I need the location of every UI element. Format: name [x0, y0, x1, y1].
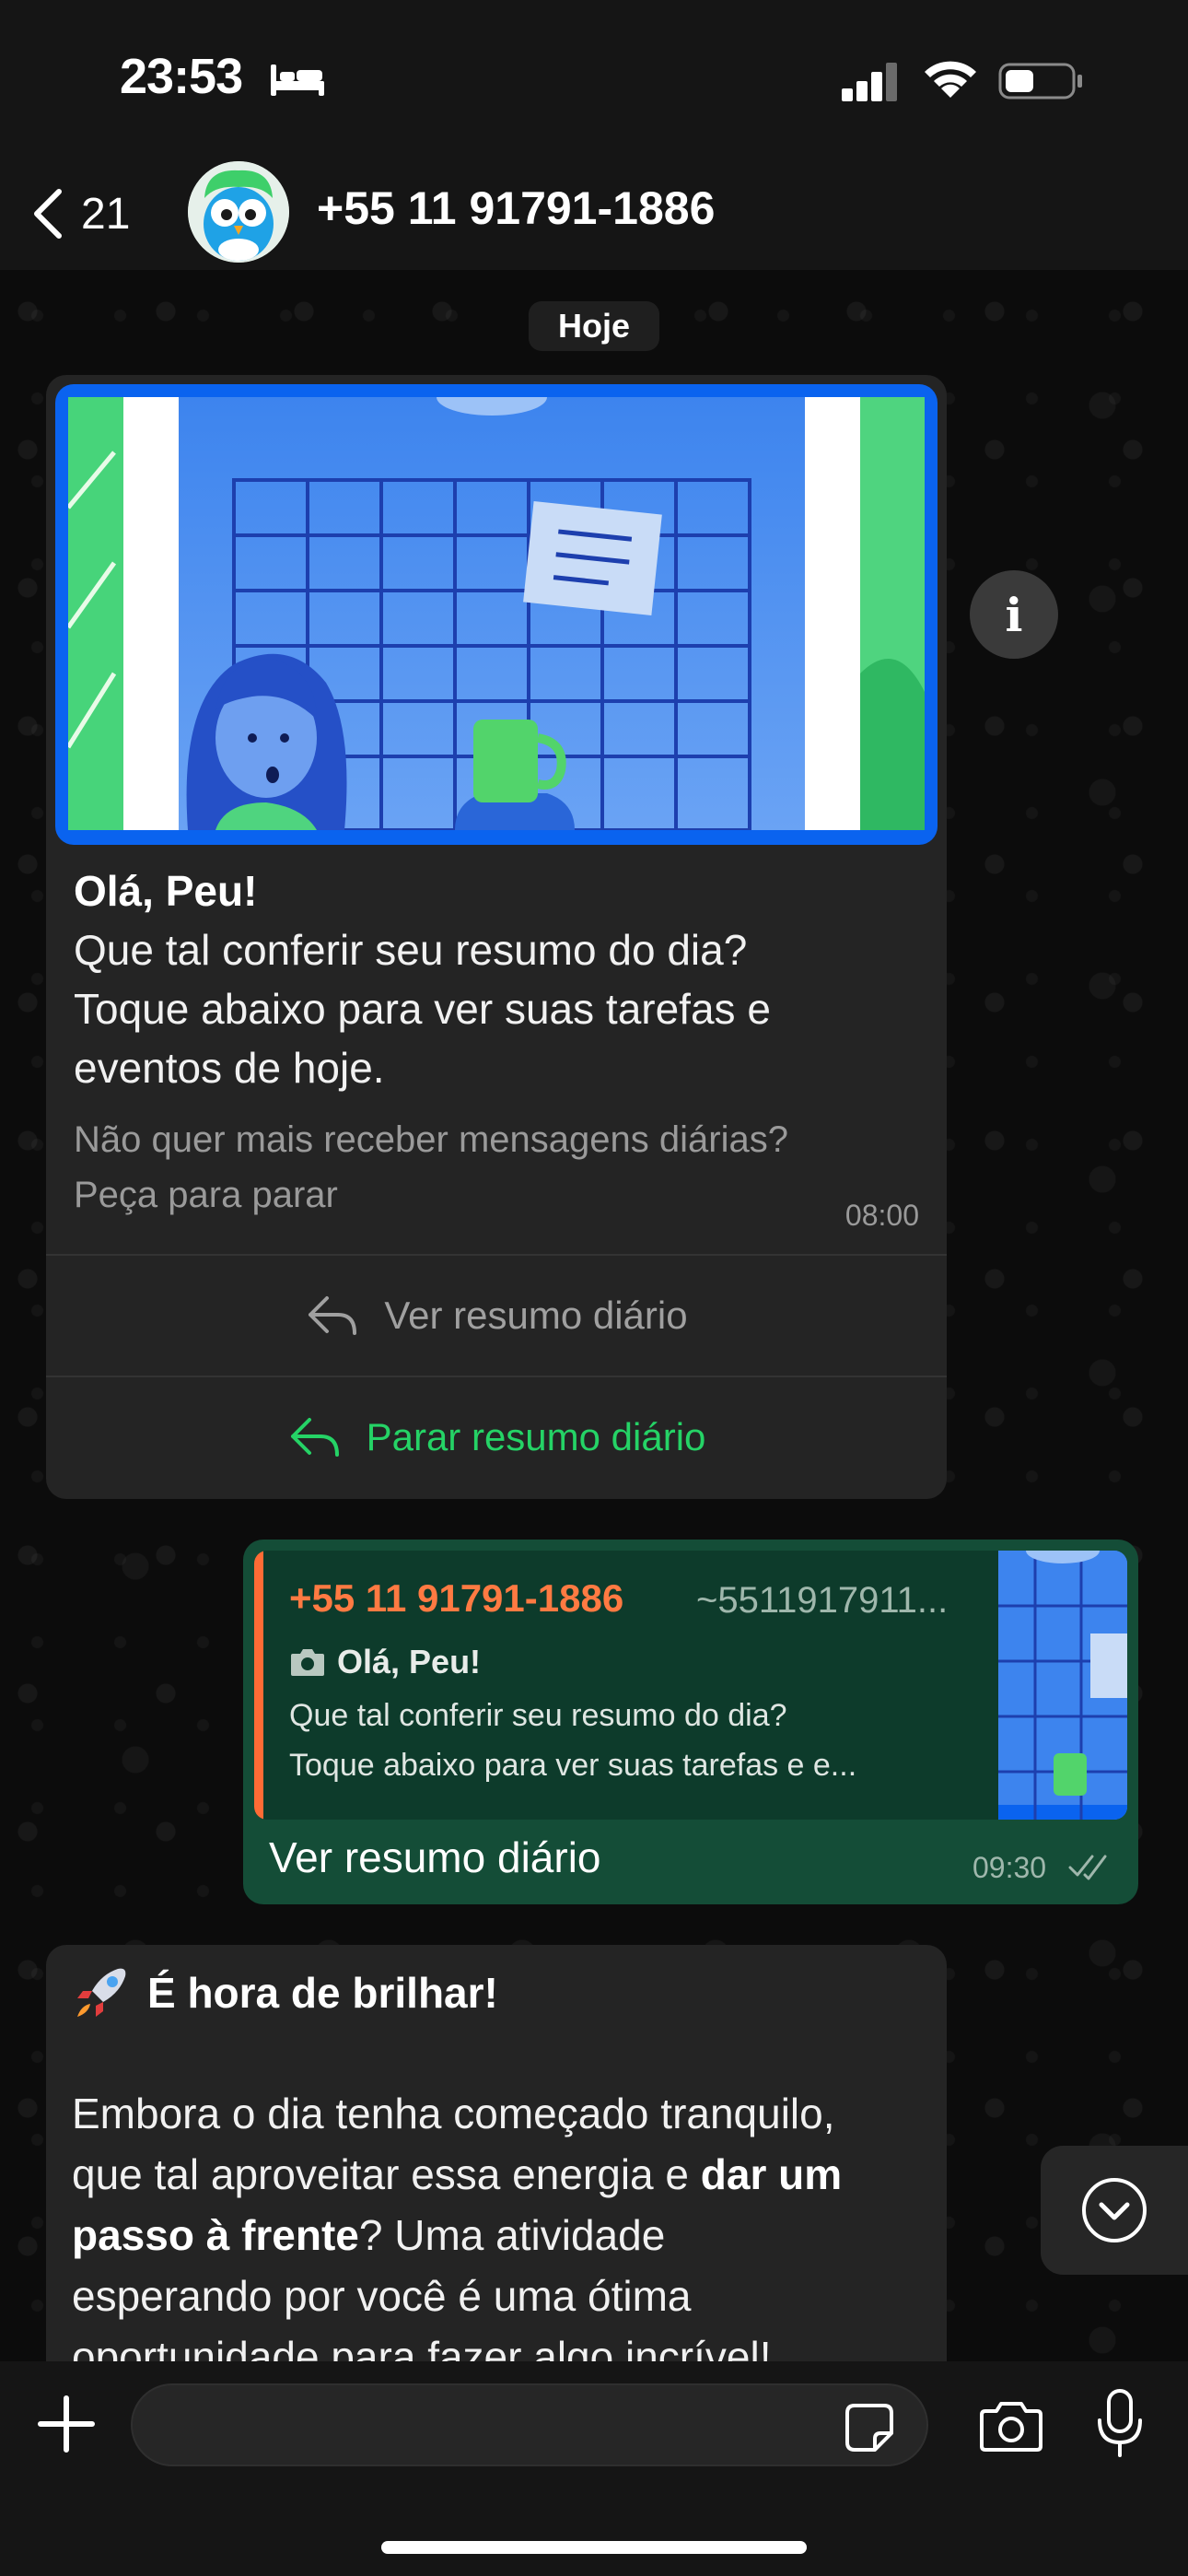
date-separator: Hoje [529, 301, 659, 351]
rocket-icon [77, 1968, 126, 2017]
stop-summary-label: Parar resumo diário [366, 1415, 706, 1458]
quote-sender: +55 11 91791-1886 [289, 1576, 624, 1620]
microphone-icon[interactable] [1092, 2387, 1147, 2461]
status-bar: 23:53 [0, 0, 1188, 161]
message-body-line: Embora o dia tenha começado tranquilo, [72, 2090, 835, 2137]
contact-name[interactable]: +55 11 91791-1886 [317, 181, 715, 235]
avatar[interactable] [188, 161, 289, 263]
incoming-template-message[interactable]: Olá, Peu! Que tal conferir seu resumo do… [46, 375, 947, 1499]
chevron-down-circle-icon [1082, 2178, 1147, 2242]
view-summary-button[interactable]: Ver resumo diário [46, 1256, 947, 1376]
whatsapp-chat-screen: 23:53 21 +55 11 91791-1886 Hoje Olá, Peu… [0, 0, 1188, 2576]
view-summary-label: Ver resumo diário [384, 1294, 688, 1337]
sticker-icon[interactable] [844, 2402, 895, 2453]
message-body-line: esperando por você é uma ótima [72, 2272, 692, 2320]
message-bold-text: passo à frente [72, 2211, 359, 2259]
message-bold-text: dar um [700, 2150, 843, 2198]
composer-bar [0, 2361, 1188, 2576]
reply-icon [290, 1418, 339, 1457]
owl-avatar-icon [188, 161, 289, 263]
message-title-text: É hora de brilhar! [147, 1969, 498, 2017]
wifi-icon [925, 61, 976, 98]
scroll-to-bottom-button[interactable] [1041, 2146, 1188, 2275]
calendar-illustration [68, 397, 925, 830]
home-indicator[interactable] [381, 2541, 807, 2554]
message-greeting: Olá, Peu! [74, 867, 258, 915]
message-body-line: Que tal conferir seu resumo do dia? [74, 926, 748, 974]
status-time: 23:53 [120, 49, 243, 104]
message-image[interactable] [55, 384, 938, 845]
reply-time: 09:30 [973, 1851, 1047, 1884]
chat-area[interactable]: Hoje Olá, Peu! Que tal conferir seu resu… [0, 270, 1188, 2387]
back-button[interactable]: 21 [29, 180, 130, 248]
double-check-icon [1068, 1855, 1107, 1880]
quoted-message[interactable]: +55 11 91791-1886 ~5511917911... Olá, Pe… [254, 1551, 1127, 1820]
message-title: É hora de brilhar! [72, 1963, 498, 2022]
message-body-line: passo à frente? Uma atividade [72, 2205, 938, 2266]
plus-icon[interactable] [37, 2395, 96, 2453]
battery-icon [998, 63, 1082, 100]
reply-text: Ver resumo diário [269, 1833, 601, 1881]
quote-line: Que tal conferir seu resumo do dia? [289, 1698, 787, 1733]
quote-line: Toque abaixo para ver suas tarefas e e..… [289, 1748, 857, 1783]
unread-count: 21 [81, 189, 131, 239]
message-input[interactable] [131, 2383, 928, 2466]
chevron-left-icon [34, 189, 62, 239]
camera-icon[interactable] [978, 2398, 1044, 2453]
quote-thumbnail [998, 1551, 1127, 1820]
message-footer-line: Não quer mais receber mensagens diárias? [74, 1119, 788, 1160]
signal-icon [842, 63, 897, 101]
message-body-line: eventos de hoje. [74, 1044, 385, 1092]
chat-header: 21 +55 11 91791-1886 [0, 161, 1188, 270]
outgoing-reply-message[interactable]: +55 11 91791-1886 ~5511917911... Olá, Pe… [243, 1540, 1138, 1904]
reply-icon [309, 1296, 357, 1335]
message-time: 08:00 [844, 1199, 919, 1232]
stop-summary-button[interactable]: Parar resumo diário [46, 1377, 947, 1497]
bed-icon [271, 64, 324, 96]
message-footer-line: Peça para parar [74, 1175, 338, 1215]
info-icon: i [1005, 587, 1023, 642]
quote-alias: ~5511917911... [696, 1580, 949, 1621]
info-button[interactable]: i [970, 570, 1058, 659]
quote-accent-bar [254, 1551, 263, 1820]
camera-icon [291, 1649, 324, 1676]
message-text: ? Uma atividade [358, 2211, 666, 2259]
incoming-motivation-message[interactable]: É hora de brilhar! Embora o dia tenha co… [46, 1945, 947, 2387]
message-body-line: que tal aproveitar essa energia e dar um [72, 2144, 938, 2205]
message-text: que tal aproveitar essa energia e [72, 2150, 701, 2198]
quote-title-text: Olá, Peu! [337, 1643, 482, 1680]
message-body-line: Toque abaixo para ver suas tarefas e [74, 985, 771, 1033]
quote-title: Olá, Peu! [289, 1643, 481, 1681]
